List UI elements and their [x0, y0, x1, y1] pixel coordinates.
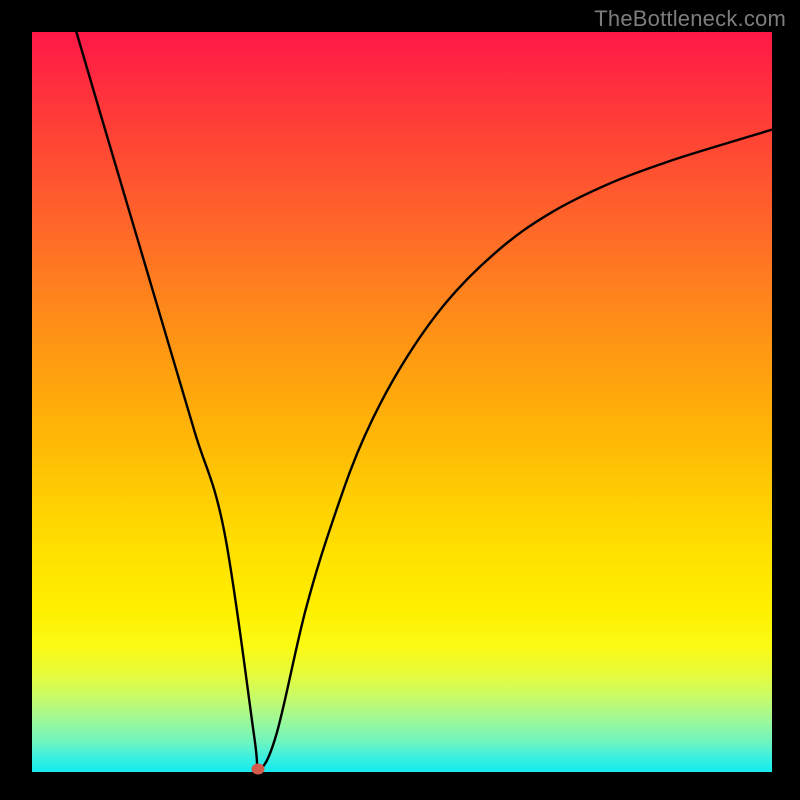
chart-container: TheBottleneck.com [0, 0, 800, 800]
plot-area [32, 32, 772, 772]
bottleneck-curve [32, 32, 772, 772]
watermark-text: TheBottleneck.com [594, 6, 786, 32]
minimum-marker [252, 764, 265, 775]
